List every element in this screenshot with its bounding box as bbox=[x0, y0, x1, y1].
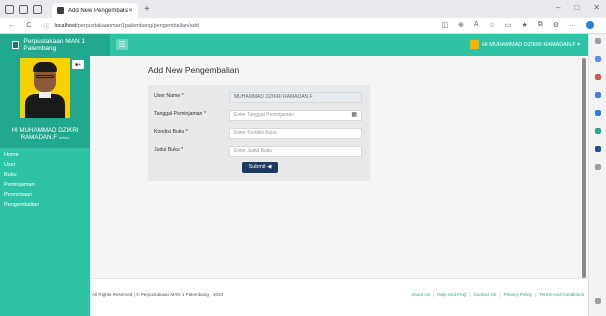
maximize-button[interactable]: □ bbox=[574, 3, 579, 12]
status-badge: online bbox=[58, 135, 70, 140]
page-favicon-icon bbox=[57, 7, 64, 14]
games-icon[interactable] bbox=[595, 128, 601, 134]
avatar-glasses bbox=[36, 75, 54, 78]
judul-field[interactable]: Enter Judul Buku bbox=[229, 146, 362, 157]
tab-title: Add New Pengembalian bbox=[68, 7, 128, 14]
search-icon[interactable] bbox=[595, 38, 601, 44]
split-screen-icon[interactable]: ▭ bbox=[505, 21, 512, 29]
footer-link-privacy[interactable]: Privacy Policy bbox=[504, 292, 533, 297]
shopping-icon[interactable] bbox=[595, 74, 601, 80]
url-host: localhost bbox=[54, 22, 77, 29]
kondisi-label: Kondisi Buku * bbox=[154, 129, 188, 135]
copilot-icon[interactable] bbox=[586, 21, 594, 29]
workspaces-icon[interactable] bbox=[19, 4, 28, 14]
more-menu-icon[interactable]: … bbox=[569, 21, 576, 29]
sidebar-item-permintaan[interactable]: Permintaan bbox=[0, 190, 90, 200]
footer-separator: | bbox=[535, 292, 537, 297]
tab-actions-icon[interactable] bbox=[33, 4, 42, 14]
profile-name: HI MUHAMMAD DZIKRI RAMADAN.F online bbox=[0, 127, 90, 141]
profile-panel: ■+ HI MUHAMMAD DZIKRI RAMADAN.F online bbox=[0, 56, 90, 148]
menu-toggle-button[interactable]: ☰ bbox=[116, 39, 128, 50]
copilot-sidebar-icon[interactable] bbox=[595, 56, 601, 62]
collections-icon[interactable]: ⧉ bbox=[538, 21, 543, 29]
brand-name: Perpustakaan MAN 1 Palembang bbox=[23, 38, 86, 52]
site-info-icon[interactable]: ⓘ bbox=[44, 22, 50, 30]
sidebar: ■+ HI MUHAMMAD DZIKRI RAMADAN.F online H… bbox=[0, 56, 90, 316]
tanggal-label: Tanggal Peminjaman * bbox=[154, 111, 206, 117]
outlook-icon[interactable] bbox=[595, 110, 601, 116]
favorite-icon[interactable]: ☆ bbox=[489, 21, 495, 29]
school-logo-icon bbox=[12, 41, 20, 49]
browser-tab[interactable]: Add New Pengembalian ✕ bbox=[52, 3, 138, 18]
sidebar-item-buku[interactable]: Buku bbox=[0, 170, 90, 180]
profile-name-line2: RAMADAN.F bbox=[20, 134, 58, 141]
footer-link-about[interactable]: About Us bbox=[411, 292, 430, 297]
tanggal-field[interactable]: Enter Tanggal Peminjaman ▦ bbox=[229, 110, 362, 121]
footer-link-help[interactable]: Help And FAQ bbox=[437, 292, 466, 297]
browser-toolbar: ◫ ⊕ A ☆ ▭ ★ ⧉ ⚙ … bbox=[441, 21, 594, 29]
office-icon[interactable] bbox=[595, 146, 601, 152]
page-title: Add New Pengembalian bbox=[148, 65, 240, 75]
app-header: Perpustakaan MAN 1 Palembang ☰ HI MUHAMM… bbox=[0, 34, 588, 56]
user-menu-label: HI MUHAMMAD DZIKRI RAMADAN.F ▾ bbox=[482, 41, 580, 48]
back-button[interactable]: ← bbox=[7, 22, 17, 29]
browser-sidebar bbox=[588, 34, 606, 316]
font-icon[interactable]: A bbox=[474, 21, 479, 29]
judul-row: Judul Buku * Enter Judul Buku bbox=[154, 146, 362, 157]
sidebar-menu: Home User Buku Peminjaman Permintaan Pen… bbox=[0, 150, 90, 210]
copyright: All Rights Reserved | © Perpustakaan MAN… bbox=[92, 292, 224, 297]
brand[interactable]: Perpustakaan MAN 1 Palembang bbox=[0, 34, 110, 56]
avatar-hair bbox=[33, 62, 57, 72]
tanggal-placeholder: Enter Tanggal Peminjaman bbox=[234, 112, 294, 118]
main-content: Add New Pengembalian User Name * MUHAMMA… bbox=[90, 56, 588, 278]
profile-name-line1: HI MUHAMMAD DZIKRI bbox=[11, 127, 79, 134]
calendar-icon[interactable]: ▦ bbox=[351, 111, 357, 120]
zoom-icon[interactable]: ⊕ bbox=[458, 21, 464, 29]
address-bar: ← C ⓘ localhost /perpustakaanman1palemba… bbox=[0, 18, 606, 34]
user-name-row: User Name * MUHAMMAD DZIKRI RAMADAN.F bbox=[154, 92, 362, 103]
user-name-field[interactable]: MUHAMMAD DZIKRI RAMADAN.F bbox=[229, 92, 362, 103]
reload-button[interactable]: C bbox=[24, 22, 34, 29]
profile-icon[interactable] bbox=[5, 4, 14, 14]
new-tab-button[interactable]: + bbox=[144, 4, 150, 15]
favorites-bar-icon[interactable]: ★ bbox=[521, 21, 527, 29]
user-menu[interactable]: HI MUHAMMAD DZIKRI RAMADAN.F ▾ bbox=[470, 40, 580, 49]
sidebar-item-pengembalian[interactable]: Pengembalian bbox=[0, 200, 90, 210]
settings-icon[interactable] bbox=[595, 298, 601, 304]
avatar-collar bbox=[39, 92, 51, 98]
footer-separator: | bbox=[499, 292, 501, 297]
url-field[interactable]: ⓘ localhost /perpustakaanman1palembang/p… bbox=[44, 22, 304, 30]
sidebar-item-user[interactable]: User bbox=[0, 160, 90, 170]
footer-link-contact[interactable]: Contact Us bbox=[474, 292, 497, 297]
profile-button[interactable]: ■+ bbox=[72, 60, 84, 69]
close-tab-icon[interactable]: ✕ bbox=[128, 7, 133, 14]
minimize-button[interactable]: – bbox=[556, 3, 560, 12]
window-controls: – □ ✕ bbox=[556, 3, 600, 12]
extensions-icon[interactable]: ⚙ bbox=[553, 21, 559, 29]
read-aloud-icon[interactable]: ◫ bbox=[441, 21, 448, 29]
footer-separator: | bbox=[469, 292, 471, 297]
avatar bbox=[20, 58, 70, 118]
footer: All Rights Reserved | © Perpustakaan MAN… bbox=[90, 278, 588, 316]
user-avatar bbox=[470, 40, 480, 49]
footer-link-terms[interactable]: Terms And Conditions bbox=[539, 292, 584, 297]
user-name-label: User Name * bbox=[154, 93, 184, 99]
tools-icon[interactable] bbox=[595, 92, 601, 98]
tanggal-row: Tanggal Peminjaman * Enter Tanggal Pemin… bbox=[154, 110, 362, 121]
judul-label: Judul Buku * bbox=[154, 147, 184, 153]
kondisi-field[interactable]: Enter Kondisi Buku bbox=[229, 128, 362, 139]
close-window-button[interactable]: ✕ bbox=[593, 3, 600, 12]
form-card: User Name * MUHAMMAD DZIKRI RAMADAN.F Ta… bbox=[148, 85, 370, 181]
sidebar-item-home[interactable]: Home bbox=[0, 150, 90, 160]
footer-separator: | bbox=[433, 292, 435, 297]
kondisi-row: Kondisi Buku * Enter Kondisi Buku bbox=[154, 128, 362, 139]
browser-tab-strip: Add New Pengembalian ✕ + – □ ✕ bbox=[0, 0, 606, 18]
submit-button[interactable]: Submit ◀ bbox=[242, 162, 278, 173]
footer-links: About Us | Help And FAQ | Contact Us | P… bbox=[411, 292, 584, 297]
page-scrollbar[interactable] bbox=[582, 58, 586, 278]
sidebar-item-peminjaman[interactable]: Peminjaman bbox=[0, 180, 90, 190]
add-sidebar-icon[interactable] bbox=[595, 164, 601, 170]
url-path: /perpustakaanman1palembang/pengembalian/… bbox=[76, 22, 199, 29]
